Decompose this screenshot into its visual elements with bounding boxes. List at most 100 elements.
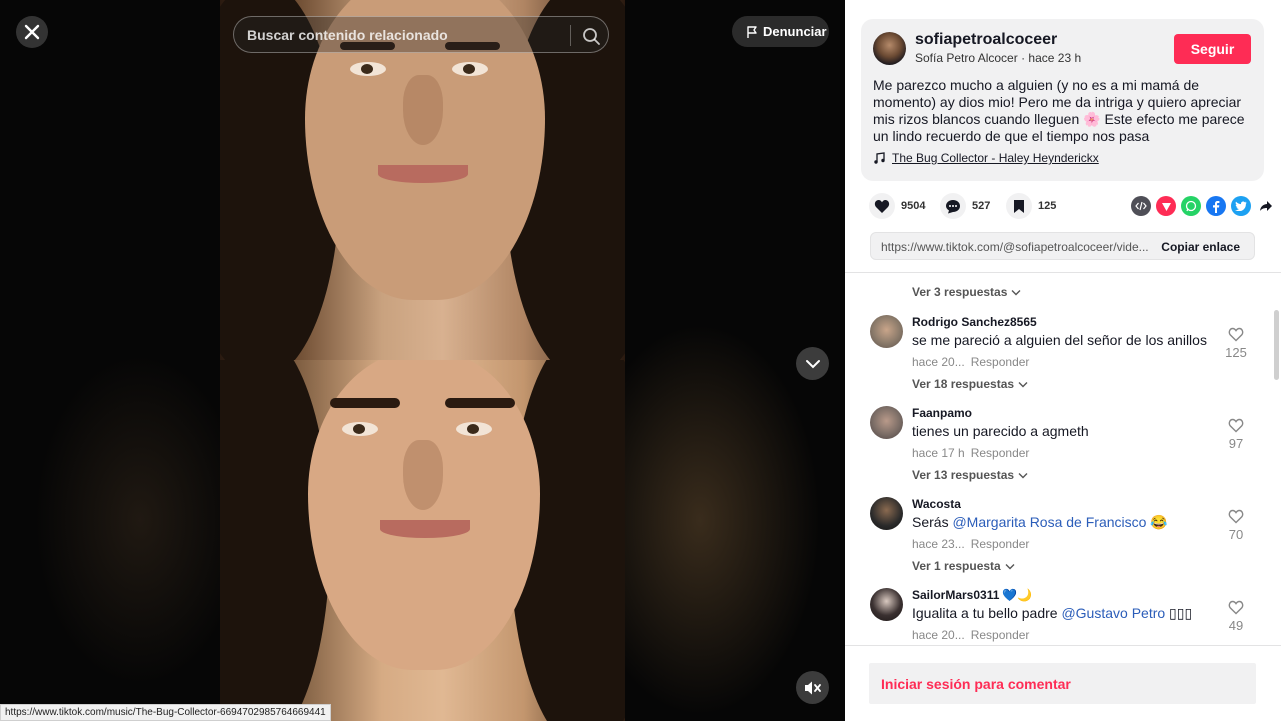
view-replies[interactable]: Ver 13 respuestas xyxy=(912,468,1028,482)
heart-outline-icon[interactable] xyxy=(1228,327,1244,342)
view-replies[interactable]: Ver 18 respuestas xyxy=(912,377,1028,391)
comment-meta: hace 23... Responder xyxy=(912,537,1029,551)
comment-meta: hace 20... Responder xyxy=(912,355,1029,369)
heart-icon xyxy=(874,199,890,213)
comment-body: Serás xyxy=(912,514,953,530)
whatsapp-icon[interactable] xyxy=(1181,196,1201,216)
search-divider xyxy=(570,25,571,46)
login-to-comment-button[interactable]: Iniciar sesión para comentar xyxy=(869,663,1256,704)
like-count: 9504 xyxy=(901,200,926,212)
comment-button[interactable] xyxy=(940,193,966,219)
comment-like-count: 49 xyxy=(1228,618,1244,633)
comment-avatar[interactable] xyxy=(870,406,903,439)
details-panel: sofiapetroalcoceer Sofía Petro Alcocer ·… xyxy=(845,0,1281,721)
follow-button[interactable]: Seguir xyxy=(1174,34,1251,64)
chevron-down-icon xyxy=(1018,381,1028,387)
like-action[interactable]: 9504 xyxy=(869,193,925,219)
twitter-icon[interactable] xyxy=(1231,196,1251,216)
save-action[interactable]: 125 xyxy=(1006,193,1056,219)
comment-like[interactable]: 125 xyxy=(1221,327,1251,360)
reply-button[interactable]: Responder xyxy=(971,628,1030,642)
embed-icon[interactable] xyxy=(1131,196,1151,216)
view-replies-label: Ver 1 respuesta xyxy=(912,559,1001,573)
post-description: Me parezco mucho a alguien (y no es a mi… xyxy=(873,77,1245,144)
send-to-friends-icon[interactable] xyxy=(1156,196,1176,216)
save-count: 125 xyxy=(1038,200,1057,212)
comment-like-count: 70 xyxy=(1228,527,1244,542)
comment-username[interactable]: Wacosta xyxy=(912,497,961,511)
author-subline: Sofía Petro Alcocer · hace 23 h xyxy=(915,51,1081,65)
flag-icon xyxy=(747,25,757,38)
reply-button[interactable]: Responder xyxy=(971,355,1030,369)
close-icon xyxy=(24,24,40,40)
view-replies-top[interactable]: Ver 3 respuestas xyxy=(912,285,1021,299)
comment-avatar[interactable] xyxy=(870,315,903,348)
video-frame[interactable] xyxy=(220,0,625,721)
comment-avatar[interactable] xyxy=(870,497,903,530)
comment-time: hace 20... xyxy=(912,628,965,642)
comment-emoji: ▯▯▯ xyxy=(1165,605,1193,621)
comment-text: se me pareció a alguien del señor de los… xyxy=(912,332,1207,348)
music-link[interactable]: The Bug Collector - Haley Heynderickx xyxy=(873,151,1099,165)
share-icons xyxy=(1131,196,1276,216)
reply-button[interactable]: Responder xyxy=(971,537,1030,551)
comment-mention[interactable]: @Gustavo Petro xyxy=(1061,605,1165,621)
heart-outline-icon[interactable] xyxy=(1228,600,1244,615)
chevron-down-icon xyxy=(1005,563,1015,569)
comment-emoji: 😂 xyxy=(1146,514,1168,530)
comment-like[interactable]: 97 xyxy=(1221,418,1251,451)
close-button[interactable] xyxy=(16,16,48,48)
video-player[interactable]: Buscar contenido relacionado Denunciar h… xyxy=(0,0,845,721)
search-icon[interactable] xyxy=(580,25,602,47)
save-button[interactable] xyxy=(1006,193,1032,219)
comment-avatar[interactable] xyxy=(870,588,903,621)
view-replies-label: Ver 13 respuestas xyxy=(912,468,1015,482)
facebook-icon[interactable] xyxy=(1206,196,1226,216)
mute-button[interactable] xyxy=(796,671,829,704)
chevron-down-icon xyxy=(1011,289,1021,295)
search-related-input[interactable]: Buscar contenido relacionado xyxy=(233,16,609,53)
comment-mention[interactable]: @Margarita Rosa de Francisco xyxy=(952,514,1146,530)
video-bottom-half xyxy=(220,360,625,721)
comment-like[interactable]: 70 xyxy=(1221,509,1251,542)
music-note-icon xyxy=(874,152,885,164)
comment-action[interactable]: 527 xyxy=(940,193,990,219)
comment-username[interactable]: SailorMars0311 💙🌙 xyxy=(912,588,1032,602)
comment-like-count: 97 xyxy=(1228,436,1244,451)
comment-meta: hace 20... Responder xyxy=(912,628,1029,642)
comment-time: hace 20... xyxy=(912,355,965,369)
comment-input-bar: Iniciar sesión para comentar xyxy=(845,645,1281,721)
view-replies[interactable]: Ver 1 respuesta xyxy=(912,559,1015,573)
heart-outline-icon[interactable] xyxy=(1228,509,1244,524)
author-username[interactable]: sofiapetroalcoceer xyxy=(915,31,1057,49)
report-label: Denunciar xyxy=(763,24,827,39)
comment-text: Igualita a tu bello padre @Gustavo Petro… xyxy=(912,605,1192,622)
reply-button[interactable]: Responder xyxy=(971,446,1030,460)
view-replies-label: Ver 3 respuestas xyxy=(912,285,1008,299)
comment-item: Rodrigo Sanchez8565 se me pareció a algu… xyxy=(845,315,1281,395)
comments-scrollbar[interactable] xyxy=(1274,310,1279,380)
report-button[interactable]: Denunciar xyxy=(732,16,829,47)
post-link[interactable]: https://www.tiktok.com/@sofiapetroalcoce… xyxy=(881,240,1151,254)
next-video-button[interactable] xyxy=(796,347,829,380)
comment-meta: hace 17 h Responder xyxy=(912,446,1029,460)
comment-body: Igualita a tu bello padre xyxy=(912,605,1062,621)
like-button[interactable] xyxy=(869,193,895,219)
heart-outline-icon[interactable] xyxy=(1228,418,1244,433)
comment-like[interactable]: 49 xyxy=(1221,600,1251,633)
comment-time: hace 23... xyxy=(912,537,965,551)
action-bar: 9504 527 125 xyxy=(869,193,1272,220)
comments-list[interactable]: Ver 3 respuestas Rodrigo Sanchez8565 se … xyxy=(845,273,1281,645)
author-display-name: Sofía Petro Alcocer xyxy=(915,51,1018,65)
comment-body: se me pareció a alguien del señor de los… xyxy=(912,332,1207,348)
comment-item: Wacosta Serás @Margarita Rosa de Francis… xyxy=(845,497,1281,577)
comment-username[interactable]: Faanpamo xyxy=(912,406,972,420)
copy-link-box: https://www.tiktok.com/@sofiapetroalcoce… xyxy=(870,232,1255,260)
comment-text: tienes un parecido a agmeth xyxy=(912,423,1089,439)
view-replies-label: Ver 18 respuestas xyxy=(912,377,1015,391)
author-avatar[interactable] xyxy=(873,32,906,65)
share-arrow-icon[interactable] xyxy=(1256,196,1276,216)
copy-link-button[interactable]: Copiar enlace xyxy=(1161,240,1240,254)
comment-icon xyxy=(946,199,960,213)
comment-username[interactable]: Rodrigo Sanchez8565 xyxy=(912,315,1037,329)
